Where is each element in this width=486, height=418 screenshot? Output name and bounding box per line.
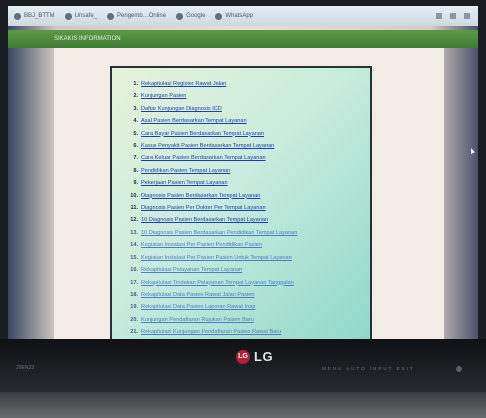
menu-item-link[interactable]: Rekapitulasi Register Rawat Jalan xyxy=(141,78,226,90)
google-icon xyxy=(176,12,184,20)
bookmark-item[interactable]: Google xyxy=(176,12,206,20)
menu-item[interactable]: 17. Rekapitulasi Tindakan Pelayanan Tempa… xyxy=(122,277,362,289)
menu-item-number: 16. xyxy=(130,267,138,274)
menu-item-link[interactable]: Rekapitulasi Data Pasien Laporan Rawat I… xyxy=(141,301,255,313)
extension-icon[interactable] xyxy=(450,13,456,19)
menu-item-number: 14. xyxy=(130,242,138,249)
menu-item[interactable]: 9. Pekerjaan Pasien Tempat Layanan xyxy=(122,177,362,189)
menu-item-number: 11. xyxy=(130,205,138,212)
site-header-bar: SIKAKIS INFORMATION xyxy=(8,30,478,48)
menu-item-link[interactable]: Pendidikan Pasien Tempat Layanan xyxy=(141,165,230,177)
favicon-icon xyxy=(64,12,72,20)
menu-item[interactable]: 18. Rekapitulasi Data Pasien Rawat Jalan … xyxy=(122,289,362,301)
bookmark-item[interactable]: WhatsApp xyxy=(215,12,254,20)
menu-item[interactable]: 4. Asal Pasien Berdasarkan Tempat Layanan xyxy=(122,115,362,127)
menu-item-link[interactable]: Cara Keluar Pasien Berdasarkan Tempat La… xyxy=(141,152,266,164)
menu-item[interactable]: 8. Pendidikan Pasien Tempat Layanan xyxy=(122,165,362,177)
menu-item-number: 2. xyxy=(133,93,138,100)
menu-item-number: 8. xyxy=(133,167,138,174)
menu-item[interactable]: 19. Rekapitulasi Data Pasien Laporan Rawa… xyxy=(122,301,362,313)
menu-item-number: 6. xyxy=(133,143,138,150)
menu-icon[interactable] xyxy=(464,13,470,19)
menu-item-number: 5. xyxy=(133,130,138,137)
menu-item[interactable]: 12. 10 Diagnosis Pasien Berdasarkan Tempa… xyxy=(122,214,362,226)
whatsapp-icon xyxy=(215,12,223,20)
menu-item-link[interactable]: Kunjungan Pasien xyxy=(141,90,186,102)
desk-surface xyxy=(0,392,486,418)
menu-item-number: 19. xyxy=(130,304,138,311)
bookmark-label: Unsafe_ xyxy=(74,13,98,19)
menu-item-link[interactable]: Cara Bayar Pasien Berdasarkan Tempat Lay… xyxy=(141,128,264,140)
menu-item[interactable]: 16. Rekapitulasi Pelayanan Tempat Layanan xyxy=(122,264,362,276)
menu-item-number: 15. xyxy=(130,254,138,261)
lg-logo-icon: LG xyxy=(236,349,250,364)
menu-item[interactable]: 21. Rekapitulasi Kunjungan Pendaftaran Pa… xyxy=(122,326,362,338)
favicon-icon xyxy=(107,12,115,20)
menu-item-link[interactable]: 10 Diagnosis Pasien Berdasarkan Tempat L… xyxy=(141,214,268,226)
lg-logo: LG LG xyxy=(236,349,273,364)
menu-item[interactable]: 13. 10 Diagnosis Pasien Berdasarkan Pendi… xyxy=(122,227,362,239)
menu-item-link[interactable]: Kunjungan Pendaftaran Rujukan Pasien Bar… xyxy=(141,314,254,326)
site-title: SIKAKIS INFORMATION xyxy=(54,36,121,42)
model-label: 20EN33 xyxy=(16,365,35,371)
bookmark-label: Pengemb…Online xyxy=(117,13,167,19)
menu-item-link[interactable]: Rekapitulasi Tindakan Pelayanan Tempat L… xyxy=(141,277,294,289)
menu-item-link[interactable]: Asal Pasien Berdasarkan Tempat Layanan xyxy=(141,115,247,127)
menu-item[interactable]: 3. Daftar Kunjungan Diagnosis ICD xyxy=(122,103,362,115)
menu-item[interactable]: 5. Cara Bayar Pasien Berdasarkan Tempat L… xyxy=(122,128,362,140)
menu-item-number: 1. xyxy=(133,81,138,87)
menu-item-link[interactable]: Rekapitulasi Kunjungan Pendaftaran Pasie… xyxy=(141,326,281,338)
bookmark-label: Google xyxy=(186,13,206,19)
menu-item[interactable]: 2. Kunjungan Pasien xyxy=(122,90,362,102)
menu-item-link[interactable]: Diagnosis Pasien Per Dokter Per Tempat L… xyxy=(141,202,266,214)
brand-name: LG xyxy=(254,349,274,364)
menu-item-link[interactable]: Rekapitulasi Data Pasien Rawat Jalan Pas… xyxy=(141,289,255,301)
menu-item-link[interactable]: Rekapitulasi Pelayanan Tempat Layanan xyxy=(141,264,242,276)
menu-item[interactable]: 10. Diagnosis Pasien Berdasarkan Tempat L… xyxy=(122,190,362,202)
menu-item-number: 4. xyxy=(133,118,138,125)
report-menu-list: 1. Rekapitulasi Register Rawat Jalan 2. Kun… xyxy=(122,78,362,339)
bookmarks-bar: BBJ_BTTM Unsafe_ Pengemb…Online Google W… xyxy=(8,6,478,26)
menu-item-number: 18. xyxy=(130,291,138,298)
bookmark-item[interactable]: Pengemb…Online xyxy=(107,12,167,20)
menu-item-number: 17. xyxy=(130,279,138,286)
menu-item[interactable]: 6. Kasus Penyakit Pasien Berdasarkan Temp… xyxy=(122,140,362,152)
bookmark-item[interactable]: Unsafe_ xyxy=(64,12,98,20)
bookmark-label: BBJ_BTTM xyxy=(24,13,55,19)
menu-item-number: 13. xyxy=(130,229,138,236)
menu-item-link[interactable]: Daftar Kunjungan Diagnosis ICD xyxy=(141,103,222,115)
menu-item-number: 21. xyxy=(130,329,138,336)
power-button-icon[interactable] xyxy=(456,366,462,372)
menu-item-number: 7. xyxy=(133,155,138,162)
menu-item-link[interactable]: 10 Diagnosis Pasien Berdasarkan Pendidik… xyxy=(141,227,297,239)
extension-icon[interactable] xyxy=(436,13,442,19)
menu-item-number: 20. xyxy=(130,316,138,323)
bookmark-item[interactable]: BBJ_BTTM xyxy=(14,12,55,20)
menu-item-number: 12. xyxy=(130,217,138,224)
menu-item[interactable]: 7. Cara Keluar Pasien Berdasarkan Tempat … xyxy=(122,152,362,164)
mouse-cursor-icon xyxy=(471,148,475,154)
menu-item-link[interactable]: Pekerjaan Pasien Tempat Layanan xyxy=(141,177,228,189)
menu-item[interactable]: 1. Rekapitulasi Register Rawat Jalan xyxy=(122,78,362,90)
menu-item-number: 3. xyxy=(133,105,138,112)
lg-logo-mark: LG xyxy=(238,353,248,360)
menu-item[interactable]: 14. Kegiatan Instalasi Per Pasien Pendidi… xyxy=(122,239,362,251)
menu-item-link[interactable]: Kegiatan Instalasi Per Pasien Pasien Unt… xyxy=(141,252,292,264)
menu-item-link[interactable]: Diagnosis Pasien Berdasarkan Tempat Laya… xyxy=(141,190,260,202)
menu-item[interactable]: 11. Diagnosis Pasien Per Dokter Per Tempa… xyxy=(122,202,362,214)
monitor-controls[interactable]: MENU AUTO INPUT EXIT xyxy=(322,366,415,371)
menu-item[interactable]: 15. Kegiatan Instalasi Per Pasien Pasien … xyxy=(122,252,362,264)
menu-item-link[interactable]: Kegiatan Instalasi Per Pasien Pendidikan… xyxy=(141,239,262,251)
favicon-icon xyxy=(14,12,21,20)
menu-item-number: 9. xyxy=(133,180,138,187)
menu-item-link[interactable]: Kasus Penyakit Pasien Berdasarkan Tempat… xyxy=(141,140,274,152)
report-menu-panel: 1. Rekapitulasi Register Rawat Jalan 2. Kun… xyxy=(110,66,372,341)
menu-item[interactable]: 20. Kunjungan Pendaftaran Rujukan Pasien … xyxy=(122,314,362,326)
bookmark-label: WhatsApp xyxy=(225,13,254,19)
menu-item-number: 10. xyxy=(130,192,138,199)
